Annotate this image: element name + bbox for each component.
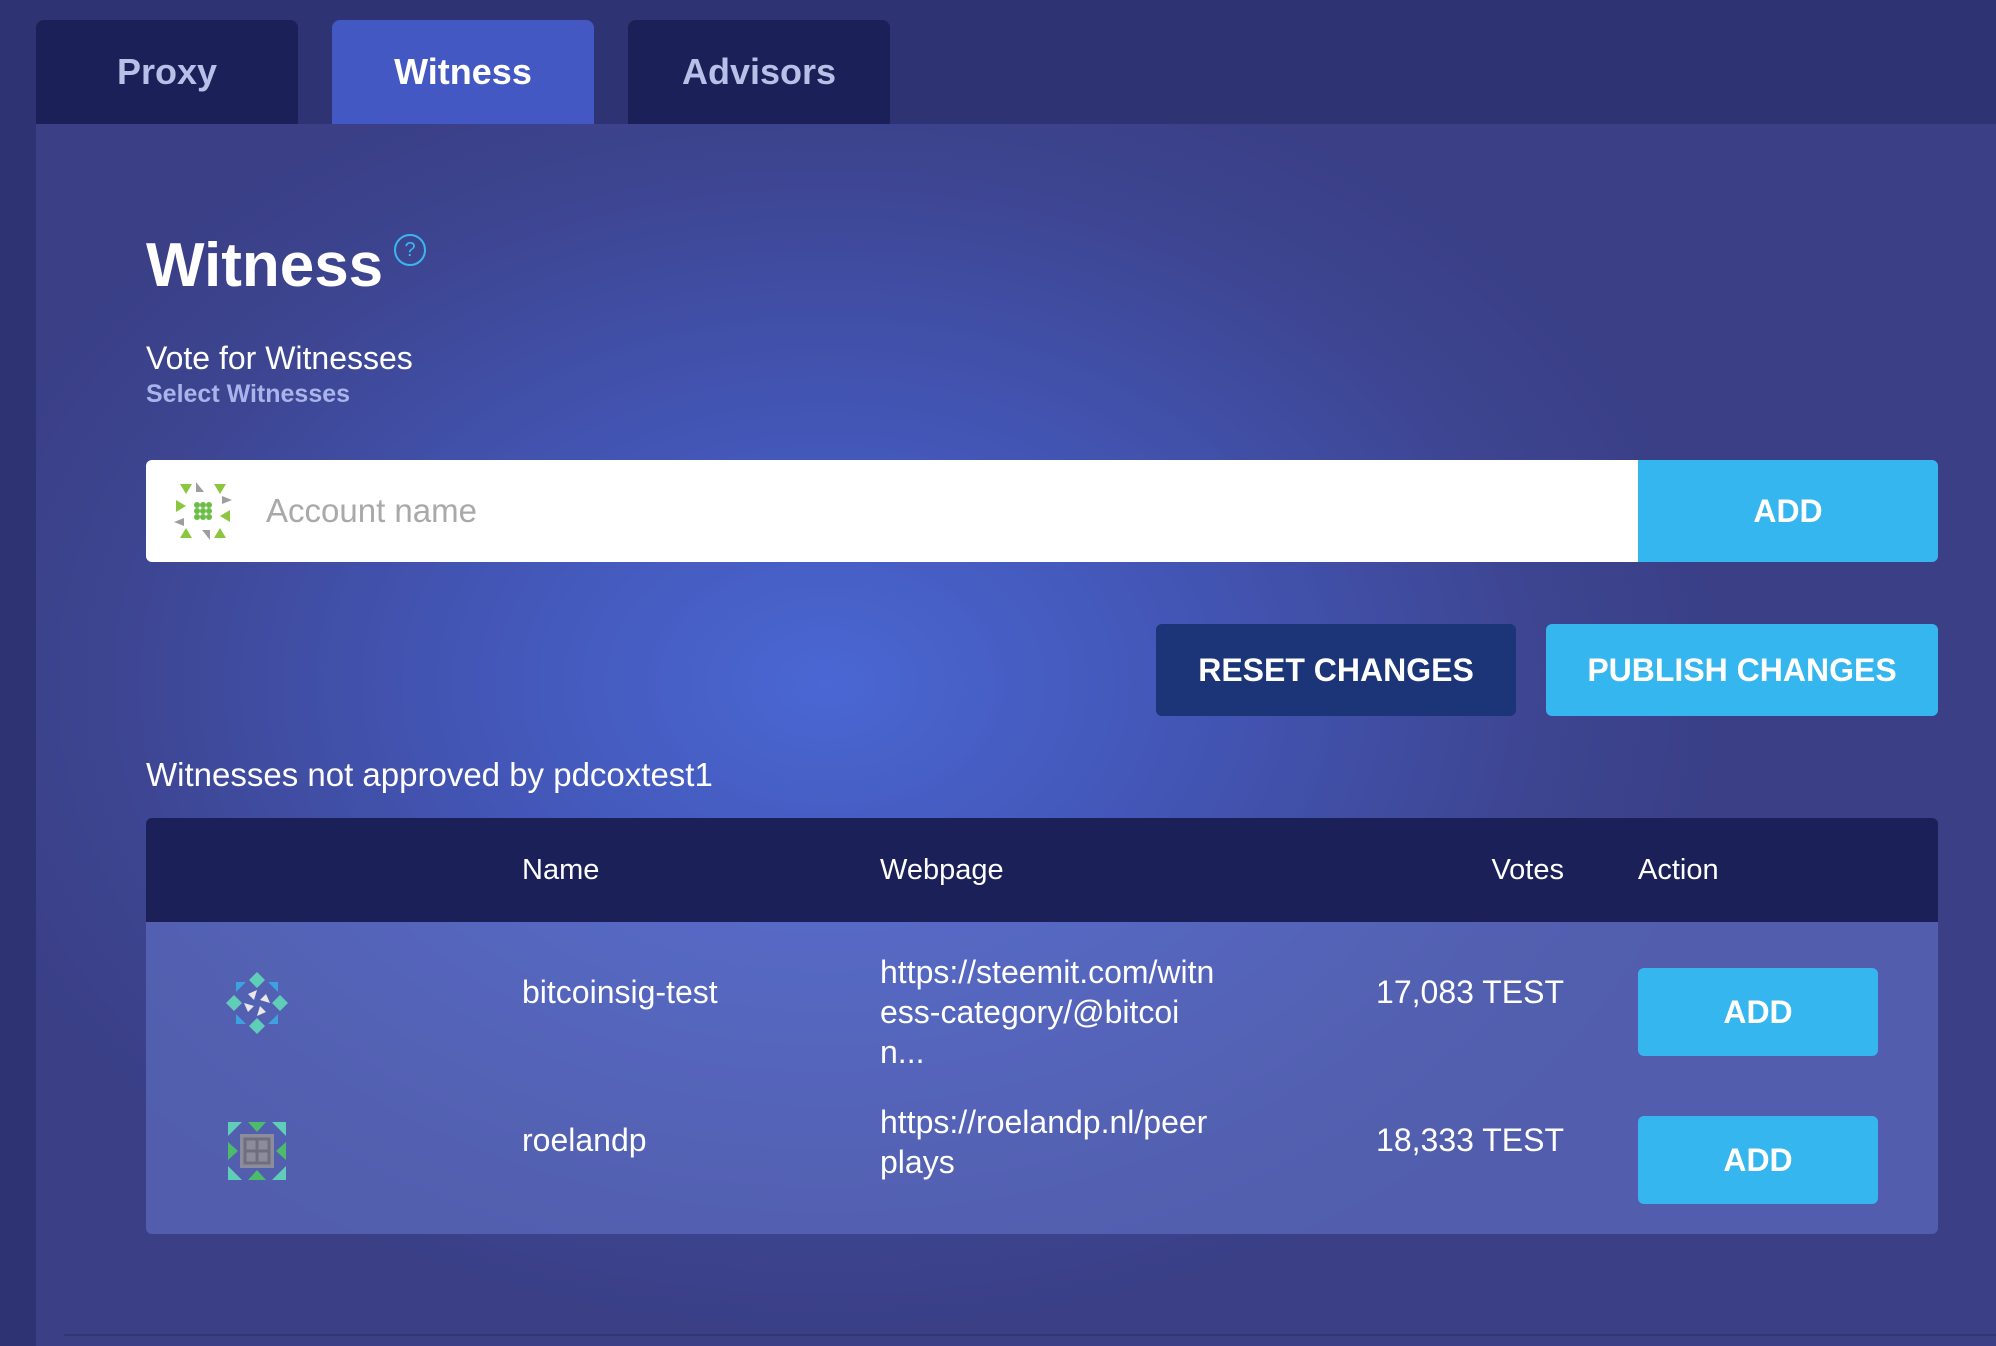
column-header-webpage: Webpage [880, 854, 1004, 886]
reset-changes-button[interactable]: RESET CHANGES [1156, 624, 1516, 716]
witness-votes: 18,333 TEST [1376, 1122, 1564, 1158]
tab-proxy[interactable]: Proxy [36, 20, 298, 124]
witness-webpage-link[interactable]: https://roelandp.nl/peerplays [880, 1102, 1220, 1182]
account-search-row: ADD [146, 460, 1938, 562]
section-subtitle: Select Witnesses [146, 380, 351, 408]
witness-table: Name Webpage Votes Action bitcoinsig-tes… [146, 818, 1938, 1234]
tab-bar: Proxy Witness Advisors [36, 20, 924, 124]
table-header: Name Webpage Votes Action [146, 818, 1938, 922]
witness-name: bitcoinsig-test [522, 974, 718, 1010]
witness-name: roelandp [522, 1122, 647, 1158]
table-body: bitcoinsig-test https://steemit.com/witn… [146, 922, 1938, 1234]
witness-webpage-link[interactable]: https://steemit.com/witness-category/@bi… [880, 952, 1220, 1072]
add-witness-button[interactable]: ADD [1638, 968, 1878, 1056]
witness-panel: Witness ? Vote for Witnesses Select Witn… [36, 124, 1996, 1346]
identicon-avatar-icon [174, 482, 232, 540]
table-row: roelandp https://roelandp.nl/peerplays 1… [146, 1074, 1938, 1234]
account-search-box [146, 460, 1638, 562]
publish-changes-button[interactable]: PUBLISH CHANGES [1546, 624, 1938, 716]
column-header-action: Action [1638, 854, 1719, 886]
column-header-votes: Votes [1491, 854, 1564, 886]
section-title: Vote for Witnesses [146, 340, 413, 376]
witness-identicon-icon [226, 972, 288, 1034]
add-witness-button[interactable]: ADD [1638, 1116, 1878, 1204]
add-account-button[interactable]: ADD [1638, 460, 1938, 562]
account-name-input[interactable] [266, 460, 1566, 562]
witness-identicon-icon [228, 1122, 286, 1180]
page-title: Witness [146, 231, 384, 300]
help-icon[interactable]: ? [394, 234, 426, 266]
tab-witness[interactable]: Witness [332, 20, 594, 124]
witness-votes: 17,083 TEST [1376, 974, 1564, 1010]
column-header-name: Name [522, 854, 600, 886]
tab-advisors[interactable]: Advisors [628, 20, 890, 124]
panel-divider [64, 1334, 1996, 1336]
witness-list-title: Witnesses not approved by pdcoxtest1 [146, 756, 713, 793]
table-row: bitcoinsig-test https://steemit.com/witn… [146, 922, 1938, 1074]
